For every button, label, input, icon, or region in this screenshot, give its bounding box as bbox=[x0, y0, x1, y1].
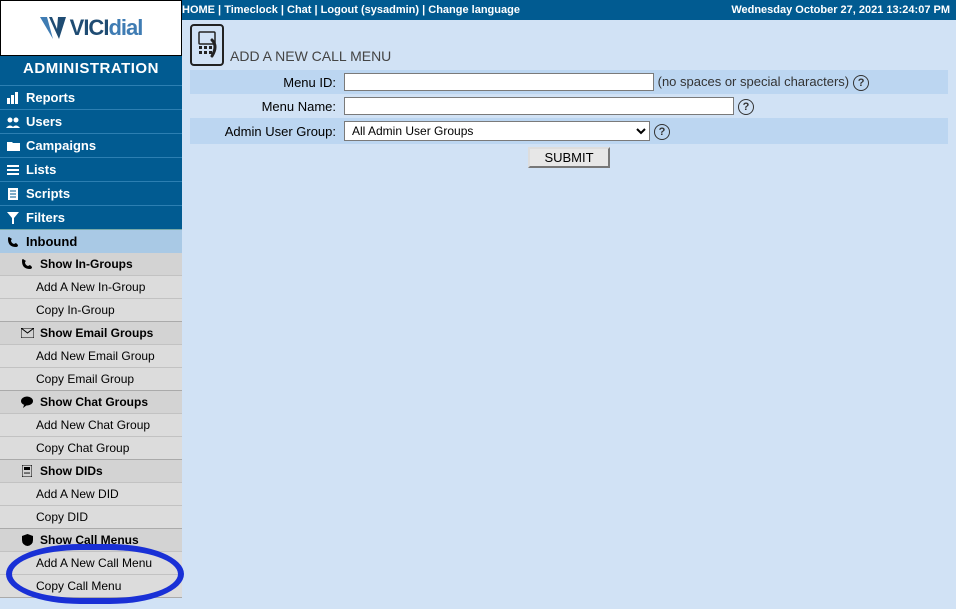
sub-header[interactable]: Show In-Groups bbox=[0, 253, 182, 275]
nav-item-scripts[interactable]: Scripts bbox=[0, 181, 182, 205]
list-icon bbox=[6, 163, 20, 177]
form-table: Menu ID: (no spaces or special character… bbox=[190, 70, 948, 171]
logo-text: VICIdial bbox=[70, 15, 143, 41]
top-link-logout[interactable]: Logout (sysadmin) bbox=[321, 4, 419, 16]
help-icon[interactable]: ? bbox=[853, 75, 869, 91]
sub-link[interactable]: Copy In-Group bbox=[0, 298, 182, 321]
sub-header[interactable]: Show Chat Groups bbox=[0, 391, 182, 413]
sub-header[interactable]: Show DIDs bbox=[0, 460, 182, 482]
menu-name-input[interactable] bbox=[344, 97, 734, 115]
sub-link[interactable]: Copy DID bbox=[0, 505, 182, 528]
nav-item-filters[interactable]: Filters bbox=[0, 205, 182, 229]
users-icon bbox=[6, 115, 20, 129]
logo-icon bbox=[40, 17, 66, 39]
sub-link[interactable]: Add A New DID bbox=[0, 482, 182, 505]
chat-bubble-icon bbox=[20, 395, 34, 409]
sub-link[interactable]: Copy Email Group bbox=[0, 367, 182, 390]
page-title: ADD A NEW CALL MENU bbox=[230, 48, 391, 64]
nav-label: Users bbox=[26, 114, 62, 129]
did-icon bbox=[20, 464, 34, 478]
top-link-lang[interactable]: Change language bbox=[428, 4, 520, 16]
sub-link[interactable]: Add New Chat Group bbox=[0, 413, 182, 436]
nav-label: Scripts bbox=[26, 186, 70, 201]
folder-icon bbox=[6, 139, 20, 153]
sub-link[interactable]: Copy Chat Group bbox=[0, 436, 182, 459]
sub-link[interactable]: Add A New Call Menu bbox=[0, 551, 182, 574]
phone-icon bbox=[6, 235, 20, 249]
logo-box: VICIdial bbox=[0, 0, 182, 56]
menu-id-note: (no spaces or special characters) bbox=[658, 74, 849, 89]
phone-icon bbox=[20, 257, 34, 271]
nav-item-inbound[interactable]: Inbound bbox=[0, 229, 182, 253]
content: ADD A NEW CALL MENU Menu ID: (no spaces … bbox=[182, 20, 956, 598]
nav-label: Reports bbox=[26, 90, 75, 105]
sub-header[interactable]: Show Email Groups bbox=[0, 322, 182, 344]
sub-header[interactable]: Show Call Menus bbox=[0, 529, 182, 551]
filter-icon bbox=[6, 211, 20, 225]
script-icon bbox=[6, 187, 20, 201]
nav-item-reports[interactable]: Reports bbox=[0, 85, 182, 109]
menu-id-label: Menu ID: bbox=[190, 70, 340, 94]
sub-link[interactable]: Add A New In-Group bbox=[0, 275, 182, 298]
submit-button[interactable]: SUBMIT bbox=[528, 147, 609, 168]
help-icon[interactable]: ? bbox=[738, 99, 754, 115]
top-link-timeclock[interactable]: Timeclock bbox=[224, 4, 278, 16]
shield-icon bbox=[20, 533, 34, 547]
nav-label: Campaigns bbox=[26, 138, 96, 153]
mail-icon bbox=[20, 326, 34, 340]
help-icon[interactable]: ? bbox=[654, 124, 670, 140]
sub-link[interactable]: Add New Email Group bbox=[0, 344, 182, 367]
chart-icon bbox=[6, 91, 20, 105]
top-link-home[interactable]: HOME bbox=[182, 4, 215, 16]
nav-item-users[interactable]: Users bbox=[0, 109, 182, 133]
admin-group-select[interactable]: All Admin User Groups bbox=[344, 121, 650, 141]
top-datetime: Wednesday October 27, 2021 13:24:07 PM bbox=[731, 4, 950, 16]
top-links: HOME | Timeclock | Chat | Logout (sysadm… bbox=[182, 4, 731, 16]
admin-group-label: Admin User Group: bbox=[190, 118, 340, 144]
sub-link[interactable]: Copy Call Menu bbox=[0, 574, 182, 597]
menu-id-input[interactable] bbox=[344, 73, 654, 91]
call-menu-icon bbox=[190, 24, 224, 66]
nav-label: Inbound bbox=[26, 234, 77, 249]
nav-label: Lists bbox=[26, 162, 56, 177]
top-link-chat[interactable]: Chat bbox=[287, 4, 311, 16]
menu-name-label: Menu Name: bbox=[190, 94, 340, 118]
nav-item-campaigns[interactable]: Campaigns bbox=[0, 133, 182, 157]
nav-item-lists[interactable]: Lists bbox=[0, 157, 182, 181]
admin-header: ADMINISTRATION bbox=[0, 56, 182, 85]
nav-label: Filters bbox=[26, 210, 65, 225]
sidebar: VICIdial ADMINISTRATION ReportsUsersCamp… bbox=[0, 20, 182, 598]
